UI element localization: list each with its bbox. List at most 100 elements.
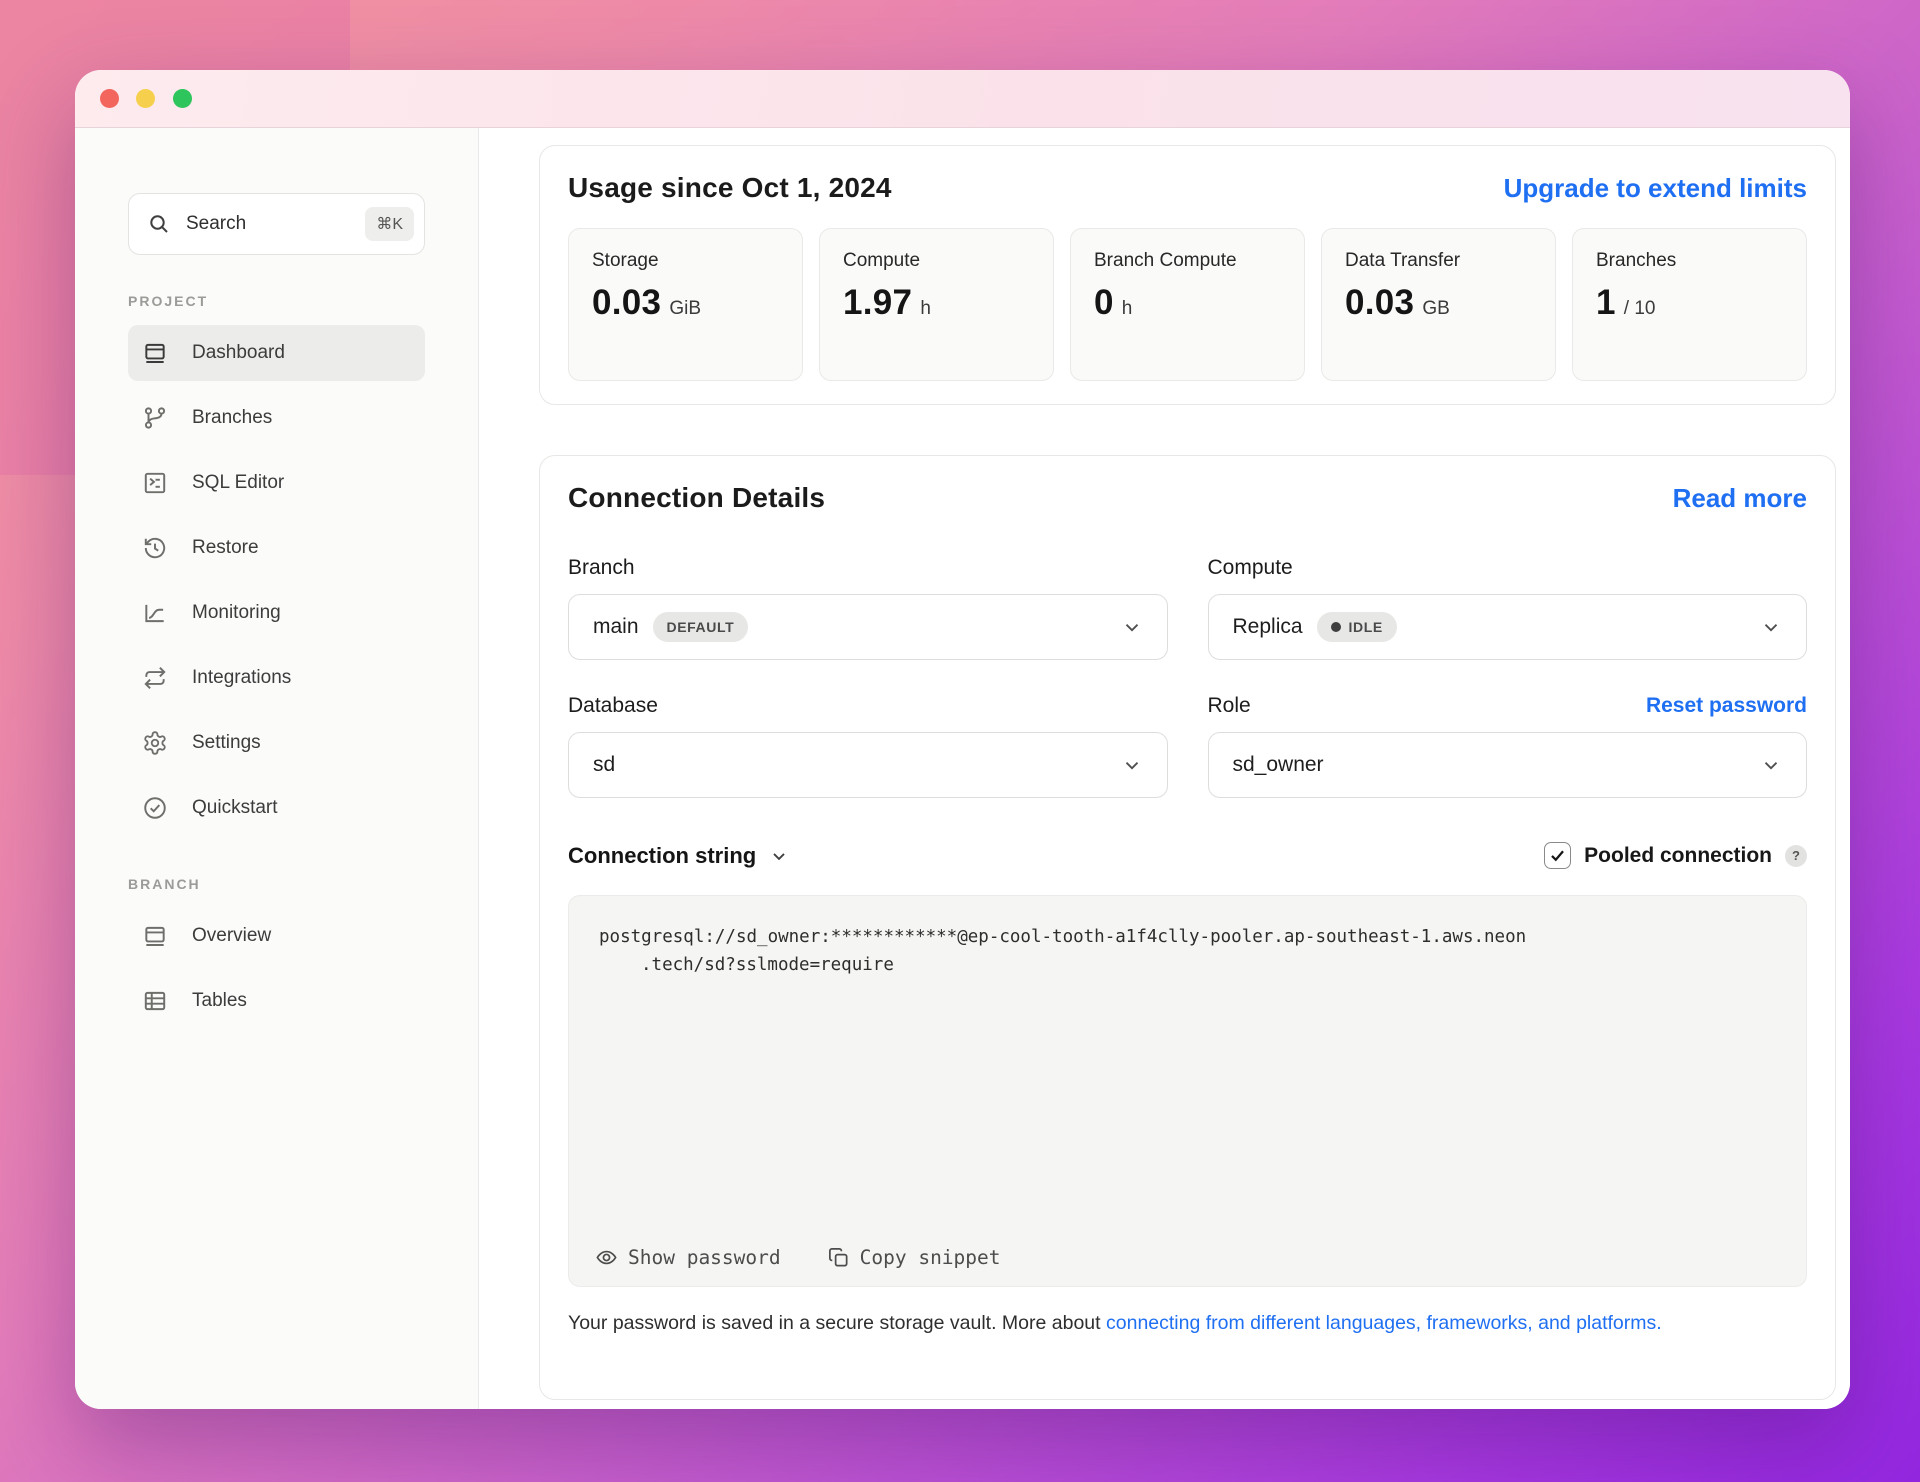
copy-icon: [827, 1246, 850, 1269]
search-input[interactable]: Search ⌘K: [128, 193, 425, 255]
sidebar-item-sql-editor[interactable]: SQL Editor: [128, 455, 425, 511]
compute-field-label: Compute: [1207, 556, 1293, 579]
stat-card-branch-compute: Branch Compute 0h: [1070, 228, 1305, 381]
search-shortcut-badge: ⌘K: [365, 207, 414, 241]
stat-card-compute: Compute 1.97 h: [819, 228, 1054, 381]
compute-select[interactable]: Replica IDLE: [1207, 594, 1807, 660]
stat-unit: h: [920, 297, 931, 319]
chevron-down-icon: [769, 846, 789, 866]
database-field: Database sd: [568, 692, 1168, 798]
stat-unit: GiB: [669, 297, 702, 319]
minimize-window-button[interactable]: [136, 89, 155, 108]
connection-string-line2: .tech/sd?sslmode=require: [641, 955, 894, 976]
stat-card-branches: Branches 1 / 10: [1572, 228, 1807, 381]
database-select[interactable]: sd: [568, 732, 1168, 798]
sidebar-item-label: Restore: [192, 537, 259, 558]
stat-unit: / 10: [1623, 297, 1656, 319]
copy-snippet-button[interactable]: Copy snippet: [827, 1246, 1001, 1269]
sidebar-item-label: Integrations: [192, 667, 292, 688]
sidebar-section-project: PROJECT: [128, 293, 209, 309]
branches-icon: [142, 405, 168, 431]
branch-field: Branch main DEFAULT: [568, 554, 1168, 660]
sidebar-item-label: Quickstart: [192, 797, 278, 818]
branch-select[interactable]: main DEFAULT: [568, 594, 1168, 660]
sidebar-item-integrations[interactable]: Integrations: [128, 650, 425, 706]
restore-icon: [142, 535, 168, 561]
role-select-value: sd_owner: [1232, 753, 1324, 776]
stat-label: Storage: [592, 250, 659, 271]
check-circle-icon: [142, 795, 168, 821]
sql-editor-icon: [142, 470, 168, 496]
idle-dot-icon: [1330, 622, 1341, 632]
stat-unit: h: [1121, 297, 1133, 319]
upgrade-link[interactable]: Upgrade to extend limits: [1504, 173, 1807, 204]
connection-string-line1: postgresql://sd_owner:************@ep-co…: [599, 927, 1527, 947]
connecting-docs-link[interactable]: connecting from different languages, fra…: [1106, 1312, 1662, 1334]
stat-label: Branches: [1596, 250, 1677, 271]
sidebar-item-settings[interactable]: Settings: [128, 715, 425, 771]
role-field-label: Role: [1207, 694, 1251, 717]
idle-badge-label: IDLE: [1348, 619, 1383, 635]
idle-status-badge: IDLE: [1316, 612, 1397, 642]
stat-label: Compute: [843, 250, 921, 271]
sidebar-item-tables[interactable]: Tables: [128, 973, 425, 1029]
main-content: Usage since Oct 1, 2024 Upgrade to exten…: [479, 128, 1850, 1409]
connection-details-card: Connection Details Read more Branch main…: [539, 455, 1836, 1400]
stat-value: 0.03: [592, 282, 662, 322]
database-field-label: Database: [568, 694, 658, 717]
sidebar-item-label: Overview: [192, 925, 272, 946]
role-select[interactable]: sd_owner: [1207, 732, 1807, 798]
sidebar-item-label: Settings: [192, 732, 261, 753]
sidebar-item-branches[interactable]: Branches: [128, 390, 425, 446]
sidebar-item-dashboard[interactable]: Dashboard: [128, 325, 425, 381]
dashboard-icon: [142, 340, 168, 366]
show-password-button[interactable]: Show password: [595, 1246, 781, 1269]
stat-unit: GB: [1422, 297, 1450, 319]
integrations-icon: [142, 665, 168, 691]
show-password-label: Show password: [628, 1246, 781, 1269]
database-select-value: sd: [593, 753, 616, 776]
sidebar-item-label: Branches: [192, 407, 273, 428]
branch-select-value: main: [593, 615, 639, 638]
stat-card-storage: Storage 0.03 GiB: [568, 228, 803, 381]
default-badge: DEFAULT: [652, 612, 749, 642]
stat-value: 1: [1596, 282, 1616, 322]
stat-card-data-transfer: Data Transfer 0.03 GB: [1321, 228, 1556, 381]
sidebar-item-overview[interactable]: Overview: [128, 908, 425, 964]
sidebar-item-label: Tables: [192, 990, 247, 1011]
copy-snippet-label: Copy snippet: [859, 1246, 1001, 1269]
overview-icon: [142, 923, 168, 949]
pooled-connection-label: Pooled connection: [1584, 843, 1772, 867]
connection-details-title: Connection Details: [568, 482, 826, 513]
sidebar-item-monitoring[interactable]: Monitoring: [128, 585, 425, 641]
search-icon: [147, 212, 171, 236]
usage-stats-row: Storage 0.03 GiB Compute 1.97 h Branch Com…: [568, 228, 1807, 381]
password-vault-note: Your password is saved in a secure stora…: [568, 1309, 1807, 1338]
tables-icon: [142, 988, 168, 1014]
chevron-down-icon: [1121, 754, 1143, 776]
sidebar-item-label: SQL Editor: [192, 472, 285, 493]
sidebar-item-restore[interactable]: Restore: [128, 520, 425, 576]
app-window: Search ⌘K PROJECT Dashboard Branches SQL…: [75, 70, 1850, 1409]
pooled-connection-checkbox[interactable]: [1544, 842, 1572, 869]
stat-value: 1.97: [843, 282, 913, 322]
sidebar-item-quickstart[interactable]: Quickstart: [128, 780, 425, 836]
chevron-down-icon: [1760, 616, 1782, 638]
password-vault-text: Your password is saved in a secure stora…: [568, 1312, 1106, 1334]
reset-password-link[interactable]: Reset password: [1646, 694, 1807, 718]
eye-icon: [595, 1246, 618, 1269]
usage-title: Usage since Oct 1, 2024: [568, 172, 892, 203]
monitoring-icon: [142, 600, 168, 626]
window-titlebar: [75, 70, 1850, 128]
close-window-button[interactable]: [100, 89, 119, 108]
search-placeholder: Search: [186, 213, 247, 234]
connection-string-toggle[interactable]: Connection string: [568, 843, 789, 869]
help-icon[interactable]: ?: [1785, 844, 1807, 867]
sidebar-item-label: Monitoring: [192, 602, 281, 623]
role-field: Role Reset password sd_owner: [1207, 692, 1807, 798]
connection-string-codeblock: postgresql://sd_owner:************@ep-co…: [568, 895, 1807, 1287]
stat-value: 0.03: [1345, 282, 1415, 322]
zoom-window-button[interactable]: [173, 89, 192, 108]
gear-icon: [142, 730, 168, 756]
read-more-link[interactable]: Read more: [1673, 483, 1807, 514]
